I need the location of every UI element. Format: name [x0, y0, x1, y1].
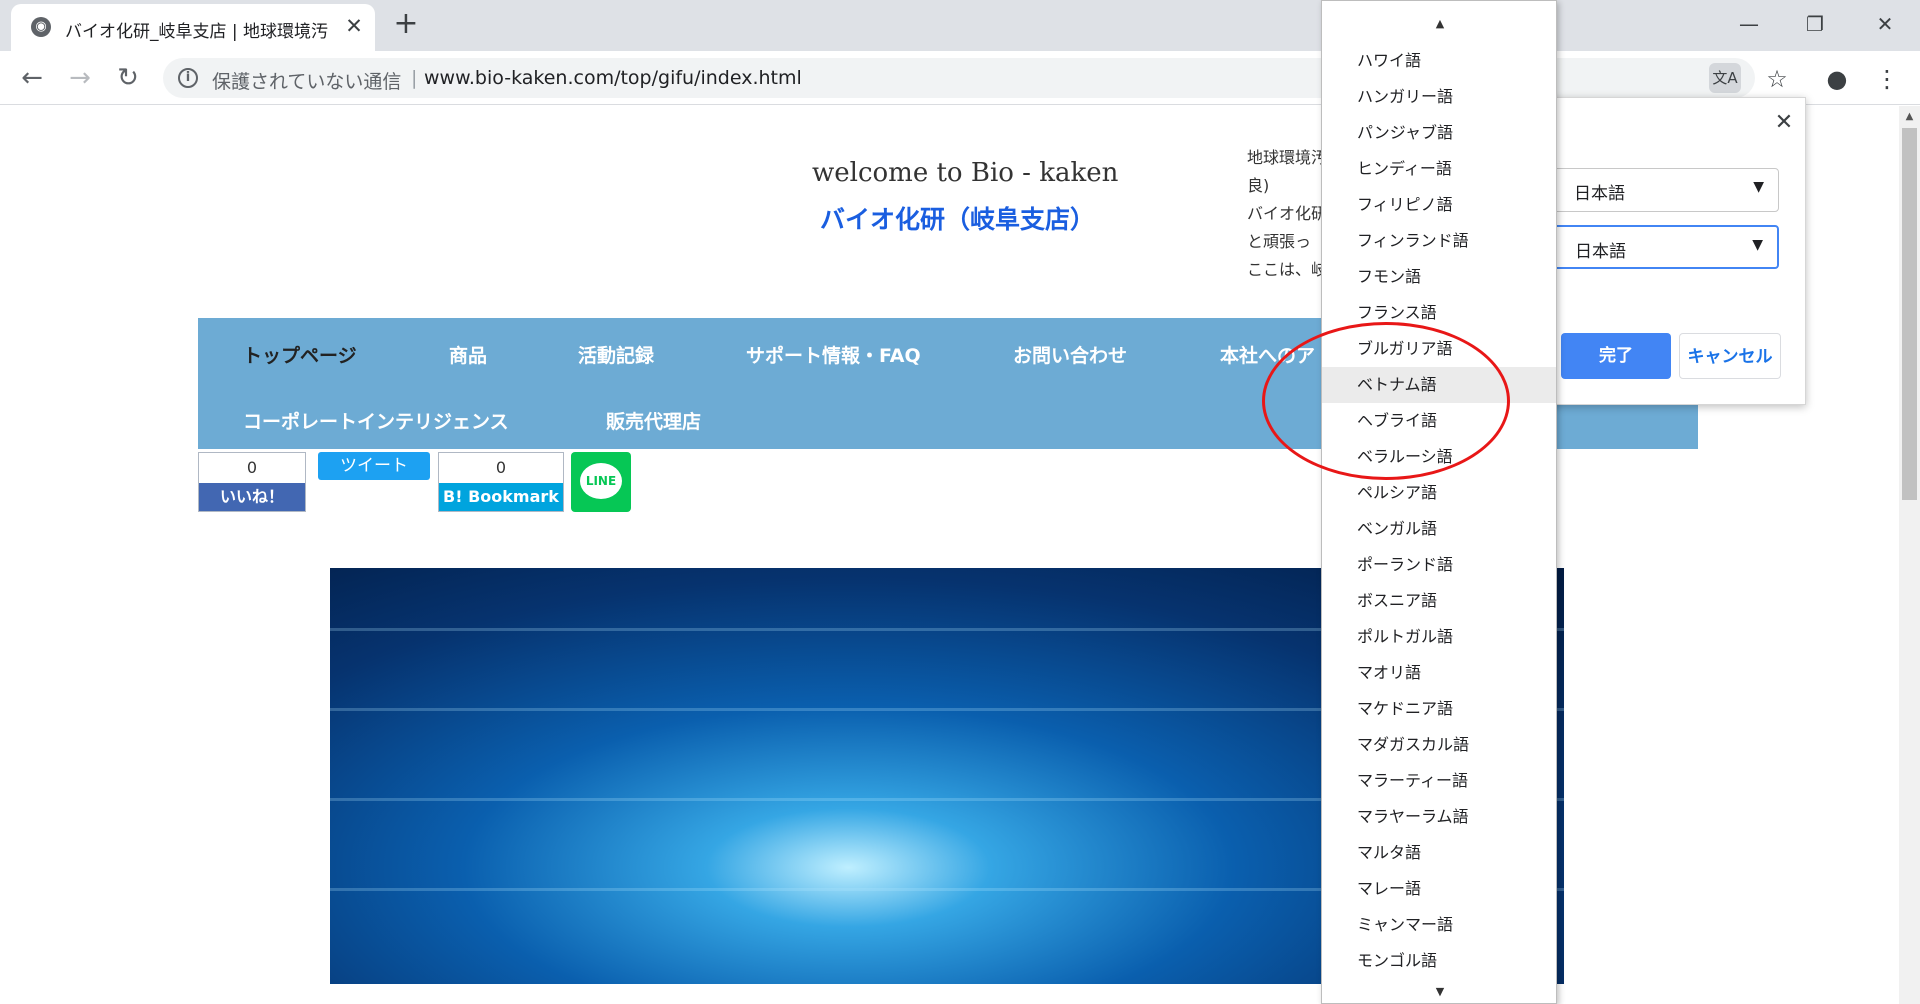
like-count: 0 [199, 453, 305, 483]
info-icon[interactable]: i [178, 68, 198, 88]
tweet-button[interactable]: ツイート [318, 452, 430, 480]
language-option[interactable]: ポルトガル語 [1322, 619, 1556, 655]
reload-icon[interactable]: ↻ [112, 62, 144, 94]
tab-strip: ◉ バイオ化研_岐阜支店 | 地球環境汚 ✕ + — ❐ ✕ [0, 0, 1920, 51]
bookmark-label: B! Bookmark [439, 483, 563, 511]
bookmark-star-icon[interactable]: ☆ [1762, 64, 1792, 94]
line-share-button[interactable]: LINE [571, 452, 631, 512]
translate-icon[interactable]: 文A [1709, 63, 1741, 93]
url-separator: | [411, 67, 418, 89]
source-language-value: 日本語 [1574, 184, 1625, 204]
language-option[interactable]: マルタ語 [1322, 835, 1556, 871]
nav-contact[interactable]: お問い合わせ [1013, 341, 1127, 368]
tab-close-icon[interactable]: ✕ [341, 13, 367, 39]
language-option[interactable]: ヘブライ語 [1322, 403, 1556, 439]
source-language-select[interactable]: 日本語 ▼ [1539, 168, 1779, 212]
language-option[interactable]: マラヤーラム語 [1322, 799, 1556, 835]
language-option[interactable]: パンジャブ語 [1322, 115, 1556, 151]
nav-distributors[interactable]: 販売代理店 [606, 407, 701, 434]
bookmark-count: 0 [439, 453, 563, 483]
language-option[interactable]: ミャンマー語 [1322, 907, 1556, 943]
tab-title: バイオ化研_岐阜支店 | 地球環境汚 [65, 22, 329, 42]
globe-icon: ◉ [31, 17, 51, 37]
language-option[interactable]: フモン語 [1322, 259, 1556, 295]
line-icon: LINE [580, 463, 622, 499]
language-option[interactable]: マダガスカル語 [1322, 727, 1556, 763]
minimize-button[interactable]: — [1726, 6, 1772, 42]
language-option[interactable]: ポーランド語 [1322, 547, 1556, 583]
restore-button[interactable]: ❐ [1792, 6, 1838, 42]
nav-headquarters[interactable]: 本社へのア [1220, 341, 1315, 368]
language-option[interactable]: ペルシア語 [1322, 475, 1556, 511]
back-arrow-icon[interactable]: ← [16, 62, 48, 94]
translate-dialog: ✕ 日本語 ▼ 日本語 ▼ る 完了 キャンセル [1538, 97, 1806, 405]
welcome-heading: welcome to Bio - kaken [812, 158, 1119, 188]
language-option[interactable]: ヒンディー語 [1322, 151, 1556, 187]
facebook-like-button[interactable]: 0 いいね！ [198, 452, 306, 512]
language-option[interactable]: フィリピノ語 [1322, 187, 1556, 223]
new-tab-button[interactable]: + [390, 9, 422, 41]
language-option-vietnamese[interactable]: ベトナム語 [1322, 367, 1556, 403]
cancel-button[interactable]: キャンセル [1679, 333, 1781, 379]
scroll-up-icon[interactable]: ▲ [1322, 11, 1556, 37]
dropdown-caret-icon: ▼ [1752, 237, 1763, 253]
menu-kebab-icon[interactable]: ⋮ [1872, 64, 1902, 94]
language-option[interactable]: マレー語 [1322, 871, 1556, 907]
brand-title[interactable]: バイオ化研（岐阜支店） [820, 200, 1095, 236]
security-status: 保護されていない通信 [212, 71, 402, 93]
scrollbar-thumb[interactable] [1902, 128, 1917, 500]
language-option[interactable]: マケドニア語 [1322, 691, 1556, 727]
target-language-value: 日本語 [1575, 242, 1626, 262]
dialog-close-icon[interactable]: ✕ [1771, 110, 1797, 136]
hatena-bookmark-button[interactable]: 0 B! Bookmark [438, 452, 564, 512]
language-option[interactable]: ハワイ語 [1322, 43, 1556, 79]
window-close-button[interactable]: ✕ [1862, 6, 1908, 42]
language-dropdown-list[interactable]: ▲ ハワイ語 ハンガリー語 パンジャブ語 ヒンディー語 フィリピノ語 フィンラン… [1321, 0, 1557, 1004]
target-language-select[interactable]: 日本語 ▼ [1539, 225, 1779, 269]
nav-corporate-intelligence[interactable]: コーポレートインテリジェンス [243, 407, 509, 434]
nav-top-page[interactable]: トップページ [243, 341, 357, 368]
forward-arrow-icon[interactable]: → [64, 62, 96, 94]
language-option[interactable]: フィンランド語 [1322, 223, 1556, 259]
language-option[interactable]: ボスニア語 [1322, 583, 1556, 619]
done-button[interactable]: 完了 [1561, 333, 1671, 379]
language-option[interactable]: ハンガリー語 [1322, 79, 1556, 115]
nav-activity-log[interactable]: 活動記録 [578, 341, 654, 368]
nav-products[interactable]: 商品 [449, 341, 487, 368]
page-scrollbar[interactable]: ▲ [1899, 106, 1920, 1004]
language-options: ハワイ語 ハンガリー語 パンジャブ語 ヒンディー語 フィリピノ語 フィンランド語… [1322, 43, 1556, 979]
scroll-down-icon[interactable]: ▼ [1322, 979, 1556, 1003]
language-option[interactable]: フランス語 [1322, 295, 1556, 331]
browser-tab[interactable]: ◉ バイオ化研_岐阜支店 | 地球環境汚 ✕ [11, 4, 375, 51]
language-option[interactable]: マオリ語 [1322, 655, 1556, 691]
language-option[interactable]: モンゴル語 [1322, 943, 1556, 979]
language-option[interactable]: ベラルーシ語 [1322, 439, 1556, 475]
language-option[interactable]: ブルガリア語 [1322, 331, 1556, 367]
url-text[interactable]: www.bio-kaken.com/top/gifu/index.html [424, 67, 802, 89]
profile-icon[interactable]: ● [1822, 64, 1852, 94]
nav-support-faq[interactable]: サポート情報・FAQ [746, 341, 921, 368]
scroll-up-icon[interactable]: ▲ [1899, 108, 1920, 126]
language-option[interactable]: マラーティー語 [1322, 763, 1556, 799]
language-option[interactable]: ベンガル語 [1322, 511, 1556, 547]
dropdown-caret-icon: ▼ [1753, 179, 1764, 195]
like-label: いいね！ [199, 483, 305, 511]
